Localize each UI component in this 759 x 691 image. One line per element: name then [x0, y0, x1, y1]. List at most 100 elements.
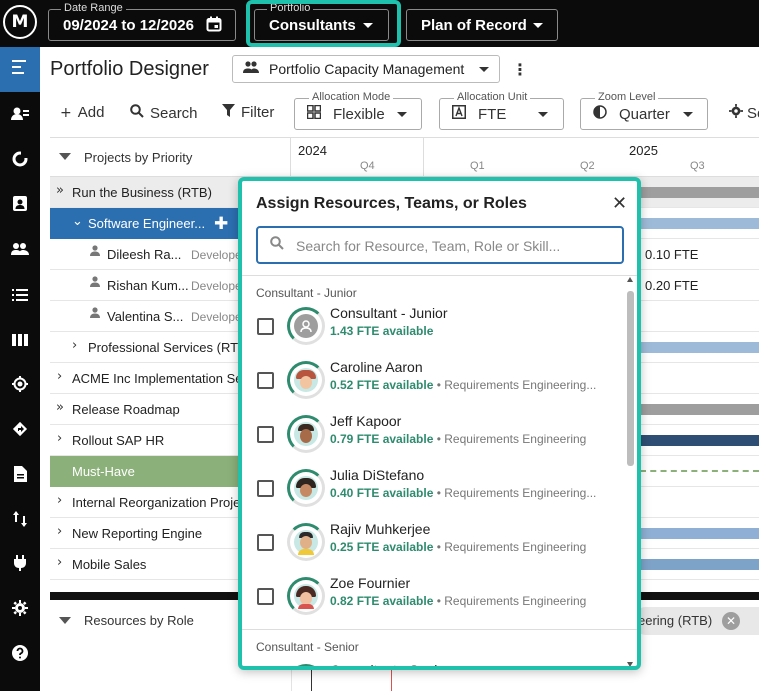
person-icon — [90, 307, 100, 322]
swap-vertical-icon[interactable] — [0, 511, 40, 531]
checkbox[interactable] — [257, 318, 274, 335]
candidate-meta: 0.82 FTE available • Requirements Engine… — [330, 594, 586, 608]
list-item[interactable]: Consultant - Junior 1.43 FTE available — [242, 300, 622, 354]
chevron-right-icon[interactable]: › — [72, 338, 77, 353]
grid-header: Projects by Priority 2024 2025 Q4 Q1 Q2 … — [50, 137, 759, 177]
date-range-value: 09/2024 to 12/2026 — [63, 17, 194, 34]
candidate-name: Caroline Aaron — [330, 359, 423, 375]
priority-line — [640, 470, 759, 472]
checkbox[interactable] — [257, 480, 274, 497]
fte-value[interactable]: 0.20 FTE — [645, 278, 698, 293]
help-icon[interactable] — [0, 645, 40, 665]
date-range-field[interactable]: Date Range 09/2024 to 12/2026 — [48, 2, 236, 41]
plug-icon[interactable] — [0, 555, 40, 575]
row-label: Mobile Sales — [72, 557, 147, 572]
resource-search-input[interactable]: Search for Resource, Team, Role or Skill… — [256, 226, 624, 264]
list-item[interactable]: Zoe Fournier 0.82 FTE available • Requir… — [242, 570, 622, 624]
timeline-bar[interactable] — [640, 528, 759, 539]
chevron-right-icon[interactable]: › — [57, 369, 62, 384]
projects-header[interactable]: Projects by Priority — [50, 138, 291, 176]
team-icon[interactable] — [0, 241, 40, 259]
scroll-up-icon[interactable] — [627, 277, 633, 282]
double-chevron-icon[interactable]: » — [56, 183, 64, 198]
scrollbar-thumb[interactable] — [627, 291, 634, 466]
avatar — [287, 469, 325, 507]
collapse-triangle-icon[interactable] — [59, 617, 71, 624]
filter-chip[interactable]: eering (RTB) ✕ — [632, 607, 759, 635]
person-icon — [90, 245, 100, 260]
page-title: Portfolio Designer — [50, 58, 209, 80]
checkbox[interactable] — [257, 534, 274, 551]
chevron-down-icon — [538, 112, 548, 117]
plan-select[interactable]: Plan of Record — [406, 9, 558, 41]
close-icon[interactable]: ✕ — [612, 193, 627, 214]
double-chevron-icon[interactable]: » — [56, 400, 64, 415]
candidate-skill: • Requirements Engineering — [436, 594, 587, 608]
timeline-bar[interactable] — [640, 559, 759, 570]
list-icon[interactable] — [0, 287, 40, 305]
add-resource-icon[interactable]: ✚ — [214, 214, 228, 234]
chevron-right-icon[interactable]: › — [57, 555, 62, 570]
year-divider — [423, 138, 424, 176]
chevron-right-icon[interactable]: › — [57, 524, 62, 539]
fte-value[interactable]: 0.10 FTE — [645, 247, 698, 262]
target-icon[interactable] — [0, 376, 40, 396]
app-logo[interactable]: M — [3, 5, 37, 39]
list-item[interactable]: Consultant - Senior — [242, 657, 622, 666]
collapse-triangle-icon[interactable] — [59, 153, 71, 160]
badge-icon[interactable] — [0, 195, 40, 215]
candidate-name: Zoe Fournier — [330, 575, 411, 591]
chevron-down-icon[interactable]: ⌄ — [72, 214, 83, 229]
quarter-label: Q4 — [360, 160, 375, 172]
calendar-icon[interactable] — [206, 16, 222, 36]
timeline-bar[interactable] — [640, 218, 759, 229]
search-button[interactable]: Search — [130, 104, 198, 122]
plan-value: Plan of Record — [421, 17, 527, 34]
candidate-meta: 0.79 FTE available • Requirements Engine… — [330, 432, 586, 446]
list-item[interactable]: Rajiv Muhkerjee 0.25 FTE available • Req… — [242, 516, 622, 570]
row-label: New Reporting Engine — [72, 526, 203, 541]
sidebar-item-portfolio-designer[interactable] — [0, 47, 40, 92]
checkbox[interactable] — [257, 372, 274, 389]
filter-icon — [222, 104, 235, 121]
row-label: Valentina S... — [107, 309, 184, 324]
timeline-bar[interactable] — [640, 342, 759, 353]
year-label: 2025 — [629, 143, 658, 158]
zoom-level-value: Quarter — [619, 106, 670, 123]
resources-header-label: Resources by Role — [84, 613, 194, 628]
role-avatar — [287, 664, 325, 666]
timeline-bar[interactable] — [640, 435, 759, 446]
allocation-unit-select[interactable]: Allocation Unit FTE — [439, 91, 564, 130]
list-item[interactable]: Caroline Aaron 0.52 FTE available • Requ… — [242, 354, 622, 408]
settings-button[interactable]: Se — [729, 104, 759, 122]
timeline-bar[interactable] — [640, 404, 759, 415]
search-icon — [130, 104, 144, 122]
chevron-right-icon[interactable]: › — [57, 431, 62, 446]
view-select[interactable]: Portfolio Capacity Management — [232, 55, 500, 83]
cycle-icon[interactable] — [0, 151, 40, 171]
checkbox[interactable] — [257, 426, 274, 443]
row-label: Must-Have — [72, 464, 135, 479]
list-item[interactable]: Jeff Kapoor 0.79 FTE available • Require… — [242, 408, 622, 462]
close-icon[interactable]: ✕ — [722, 612, 740, 630]
user-list-icon[interactable] — [0, 107, 40, 125]
group-label: Consultant - Junior — [256, 286, 357, 300]
more-vert-icon[interactable]: ⋮ — [512, 60, 528, 79]
chevron-right-icon[interactable]: › — [57, 493, 62, 508]
gear-icon[interactable] — [0, 600, 40, 620]
date-range-label: Date Range — [61, 2, 126, 15]
columns-icon[interactable] — [0, 332, 40, 350]
list-item[interactable]: Julia DiStefano 0.40 FTE available • Req… — [242, 462, 622, 516]
chevron-down-icon — [397, 112, 407, 117]
zoom-level-select[interactable]: Zoom Level Quarter — [580, 91, 708, 130]
scroll-down-icon[interactable] — [627, 662, 633, 666]
allocation-mode-select[interactable]: Allocation Mode Flexible — [294, 91, 422, 130]
add-button[interactable]: + Add — [60, 104, 104, 121]
divider — [242, 275, 637, 276]
document-icon[interactable] — [0, 466, 40, 486]
fte-available: 0.25 FTE available — [330, 540, 434, 554]
timeline-bar[interactable] — [640, 187, 759, 198]
directions-icon[interactable] — [0, 421, 40, 441]
filter-button[interactable]: Filter — [222, 104, 274, 121]
checkbox[interactable] — [257, 588, 274, 605]
